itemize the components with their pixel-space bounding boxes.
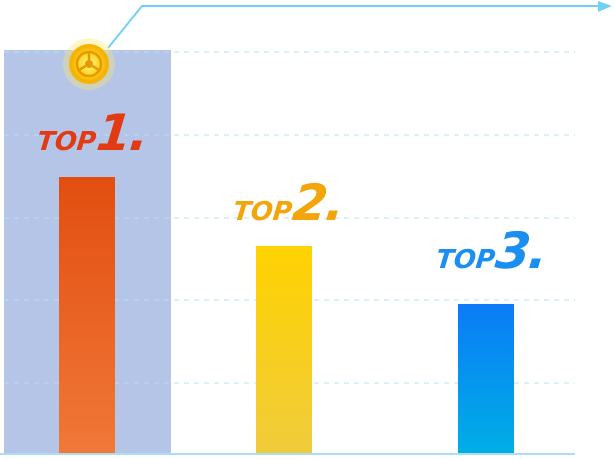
bar-top2: [256, 246, 312, 453]
rank-label-top2: TOP2.: [231, 174, 347, 232]
rank-word: TOP: [231, 197, 294, 227]
rank-word: TOP: [35, 127, 98, 157]
rank-label-top3: TOP3.: [434, 222, 550, 280]
arrow-head-icon: [598, 1, 612, 12]
rank-label-top1: TOP1.: [35, 104, 151, 162]
bar-top3: [458, 303, 514, 453]
bar-top1: [59, 177, 115, 453]
rank-word: TOP: [434, 245, 497, 275]
gold-medal-icon: [63, 38, 115, 90]
accent-arrow-line: [107, 5, 600, 49]
